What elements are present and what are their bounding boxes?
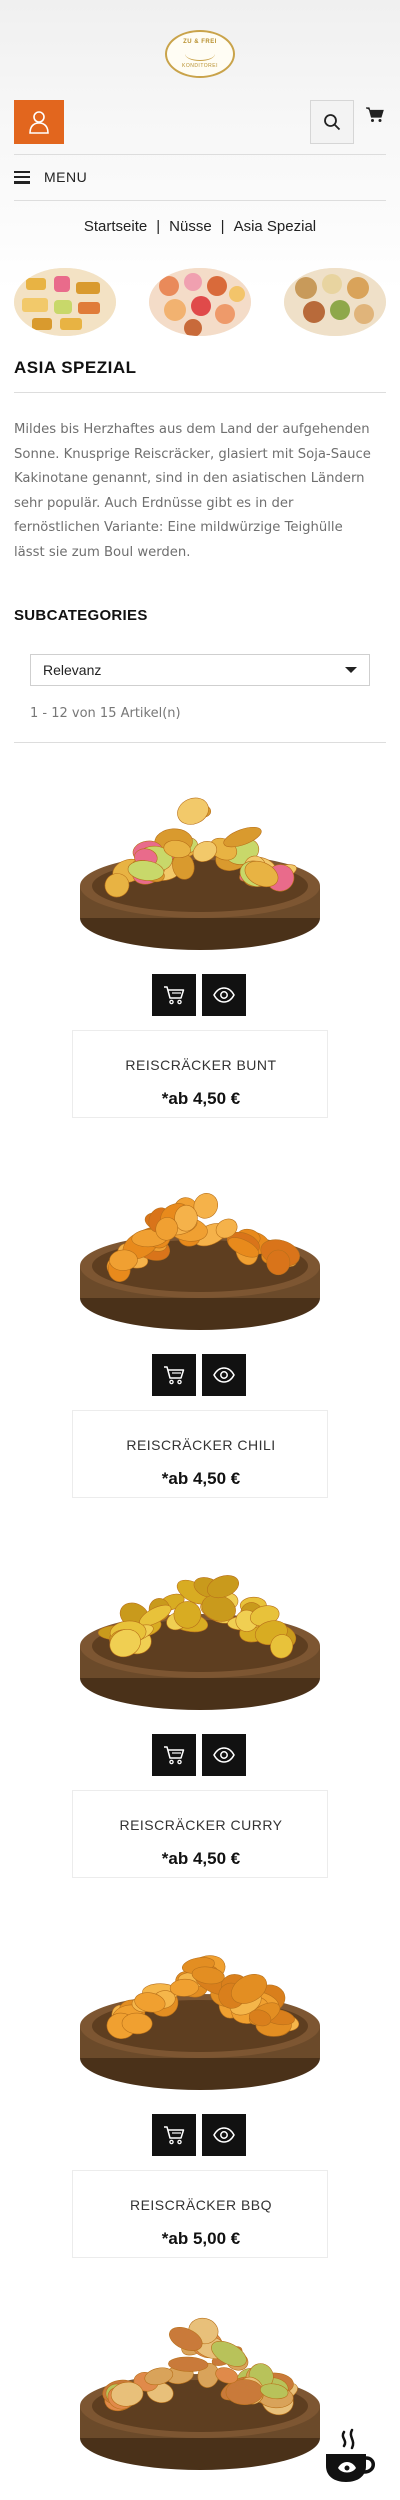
cart-icon (164, 2126, 185, 2145)
add-to-cart-button[interactable] (152, 1354, 196, 1396)
coffee-cup-icon[interactable] (322, 2428, 378, 2486)
quick-view-button[interactable] (202, 1354, 246, 1396)
eye-icon (213, 1367, 235, 1383)
menu-label: MENU (44, 169, 88, 185)
description-line: Mildes bis Herzhaftes aus dem Land der a… (14, 422, 370, 437)
product-image[interactable] (75, 1148, 325, 1333)
breadcrumb-current: Asia Spezial (233, 218, 317, 235)
logo-mark (185, 47, 215, 61)
category-image (284, 268, 386, 336)
eye-icon (213, 2127, 235, 2143)
cart-icon (164, 1366, 185, 1385)
title-divider (14, 392, 386, 393)
add-to-cart-button[interactable] (152, 974, 196, 1016)
description-line: lässt sie zum Boul werden. (14, 544, 191, 560)
product-actions (152, 2114, 246, 2156)
product-name[interactable]: REISCRÄCKER BUNT (73, 1057, 329, 1073)
product-actions (152, 974, 246, 1016)
description-line: sehr populär. Auch Erdnüsse gibt es in d… (14, 495, 294, 511)
eye-icon (213, 1747, 235, 1763)
product-name[interactable]: REISCRÄCKER CHILI (73, 1437, 329, 1453)
product-actions (152, 1354, 246, 1396)
eye-icon (213, 987, 235, 1003)
menu-divider (14, 200, 386, 201)
product-price: *ab 4,50 € (161, 1469, 241, 1488)
search-icon (324, 114, 341, 131)
product-name[interactable]: REISCRÄCKER BBQ (73, 2197, 329, 2213)
menu-toggle[interactable]: MENU (14, 166, 87, 188)
sort-selected-value: Relevanz (43, 662, 102, 678)
breadcrumb-separator: | (156, 218, 161, 235)
category-image-strip (14, 268, 386, 336)
subcategories-heading: SUBCATEGORIES (14, 607, 148, 624)
cart-icon (164, 986, 185, 1005)
quick-view-button[interactable] (202, 1734, 246, 1776)
breadcrumb-separator: | (220, 218, 225, 235)
product-info-card: REISCRÄCKER CHILI *ab 4,50 € (72, 1410, 328, 1498)
cart-button[interactable] (364, 104, 386, 126)
sort-select[interactable]: Relevanz (30, 654, 370, 686)
product-info-card: REISCRÄCKER CURRY *ab 4,50 € (72, 1790, 328, 1878)
cart-icon (366, 107, 384, 122)
product-image[interactable] (75, 768, 325, 953)
shop-logo[interactable]: ZU & FREI KONDITOREI (165, 30, 235, 78)
header-divider (14, 154, 386, 155)
product-price: *ab 4,50 € (161, 1089, 241, 1108)
search-button[interactable] (310, 100, 354, 144)
logo-line1: ZU & FREI (183, 39, 217, 45)
result-count: 1 - 12 von 15 Artikel(n) (30, 706, 181, 721)
product-image[interactable] (75, 2288, 325, 2473)
product-info-card: REISCRÄCKER BUNT *ab 4,50 € (72, 1030, 328, 1118)
description-line: Sonne. Knusprige Reiscräcker, glasiert m… (14, 446, 371, 462)
breadcrumb-home[interactable]: Startseite (84, 218, 147, 235)
product-info-card: REISCRÄCKER BBQ *ab 5,00 € (72, 2170, 328, 2258)
category-image (149, 268, 251, 336)
account-button[interactable] (14, 100, 64, 144)
description-line: fernöstlichen Variante: Eine mildwürzige… (14, 520, 343, 535)
category-image (14, 268, 116, 336)
product-price: *ab 5,00 € (161, 2229, 241, 2248)
description-line: Kakinotane genannt, sind in den asiatisc… (14, 471, 365, 486)
product-image[interactable] (75, 1908, 325, 2093)
category-description: Mildes bis Herzhaftes aus dem Land der a… (14, 418, 388, 565)
hamburger-icon (14, 170, 30, 184)
list-divider (14, 742, 386, 743)
product-image[interactable] (75, 1528, 325, 1713)
add-to-cart-button[interactable] (152, 2114, 196, 2156)
user-icon (29, 111, 49, 134)
cart-icon (164, 1746, 185, 1765)
breadcrumb: Startseite | Nüsse | Asia Spezial (0, 218, 400, 235)
product-actions (152, 1734, 246, 1776)
breadcrumb-nuts[interactable]: Nüsse (169, 218, 212, 235)
chevron-down-icon (345, 667, 357, 673)
category-title: ASIA SPEZIAL (14, 358, 137, 377)
quick-view-button[interactable] (202, 2114, 246, 2156)
add-to-cart-button[interactable] (152, 1734, 196, 1776)
logo-line2: KONDITOREI (181, 63, 219, 69)
product-price: *ab 4,50 € (161, 1849, 241, 1868)
quick-view-button[interactable] (202, 974, 246, 1016)
product-name[interactable]: REISCRÄCKER CURRY (73, 1817, 329, 1833)
